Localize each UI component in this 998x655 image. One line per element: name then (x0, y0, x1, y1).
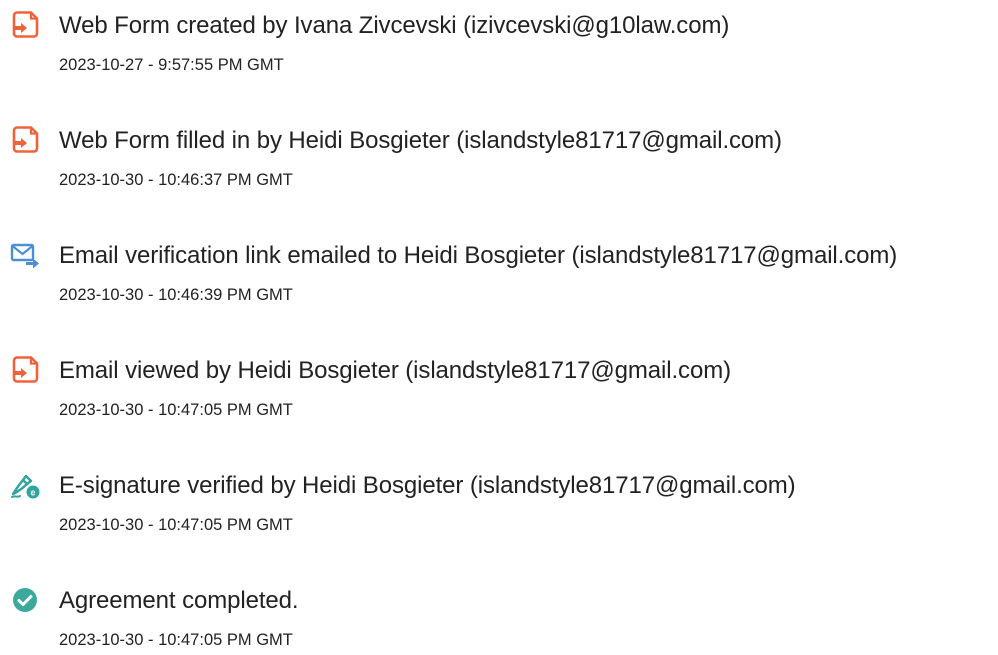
event-title: Email viewed by Heidi Bosgieter (islands… (59, 357, 731, 384)
svg-text:e: e (30, 488, 35, 498)
audit-event-completed: Agreement completed. 2023-10-30 - 10:47:… (0, 575, 998, 655)
audit-event-filled: Web Form filled in by Heidi Bosgieter (i… (0, 115, 998, 195)
web-form-icon (10, 10, 40, 40)
audit-event-email-viewed: Email viewed by Heidi Bosgieter (islands… (0, 345, 998, 425)
audit-event-created: Web Form created by Ivana Zivcevski (izi… (0, 0, 998, 80)
event-title: Agreement completed. (59, 587, 299, 614)
event-timestamp: 2023-10-30 - 10:47:05 PM GMT (59, 401, 293, 419)
email-send-icon (10, 240, 40, 270)
event-timestamp: 2023-10-30 - 10:46:39 PM GMT (59, 286, 293, 304)
event-timestamp: 2023-10-27 - 9:57:55 PM GMT (59, 56, 284, 74)
event-timestamp: 2023-10-30 - 10:47:05 PM GMT (59, 516, 293, 534)
e-signature-icon: e (10, 470, 40, 500)
web-form-icon (10, 355, 40, 385)
event-timestamp: 2023-10-30 - 10:46:37 PM GMT (59, 171, 293, 189)
event-title: Email verification link emailed to Heidi… (59, 242, 898, 269)
event-title: Web Form created by Ivana Zivcevski (izi… (59, 12, 730, 39)
event-timestamp: 2023-10-30 - 10:47:05 PM GMT (59, 631, 293, 649)
web-form-icon (10, 125, 40, 155)
audit-event-e-signature: e E-signature verified by Heidi Bosgiete… (0, 460, 998, 540)
event-title: E-signature verified by Heidi Bosgieter … (59, 472, 796, 499)
audit-event-email-verification: Email verification link emailed to Heidi… (0, 230, 998, 310)
check-circle-icon (10, 585, 40, 615)
event-title: Web Form filled in by Heidi Bosgieter (i… (59, 127, 782, 154)
